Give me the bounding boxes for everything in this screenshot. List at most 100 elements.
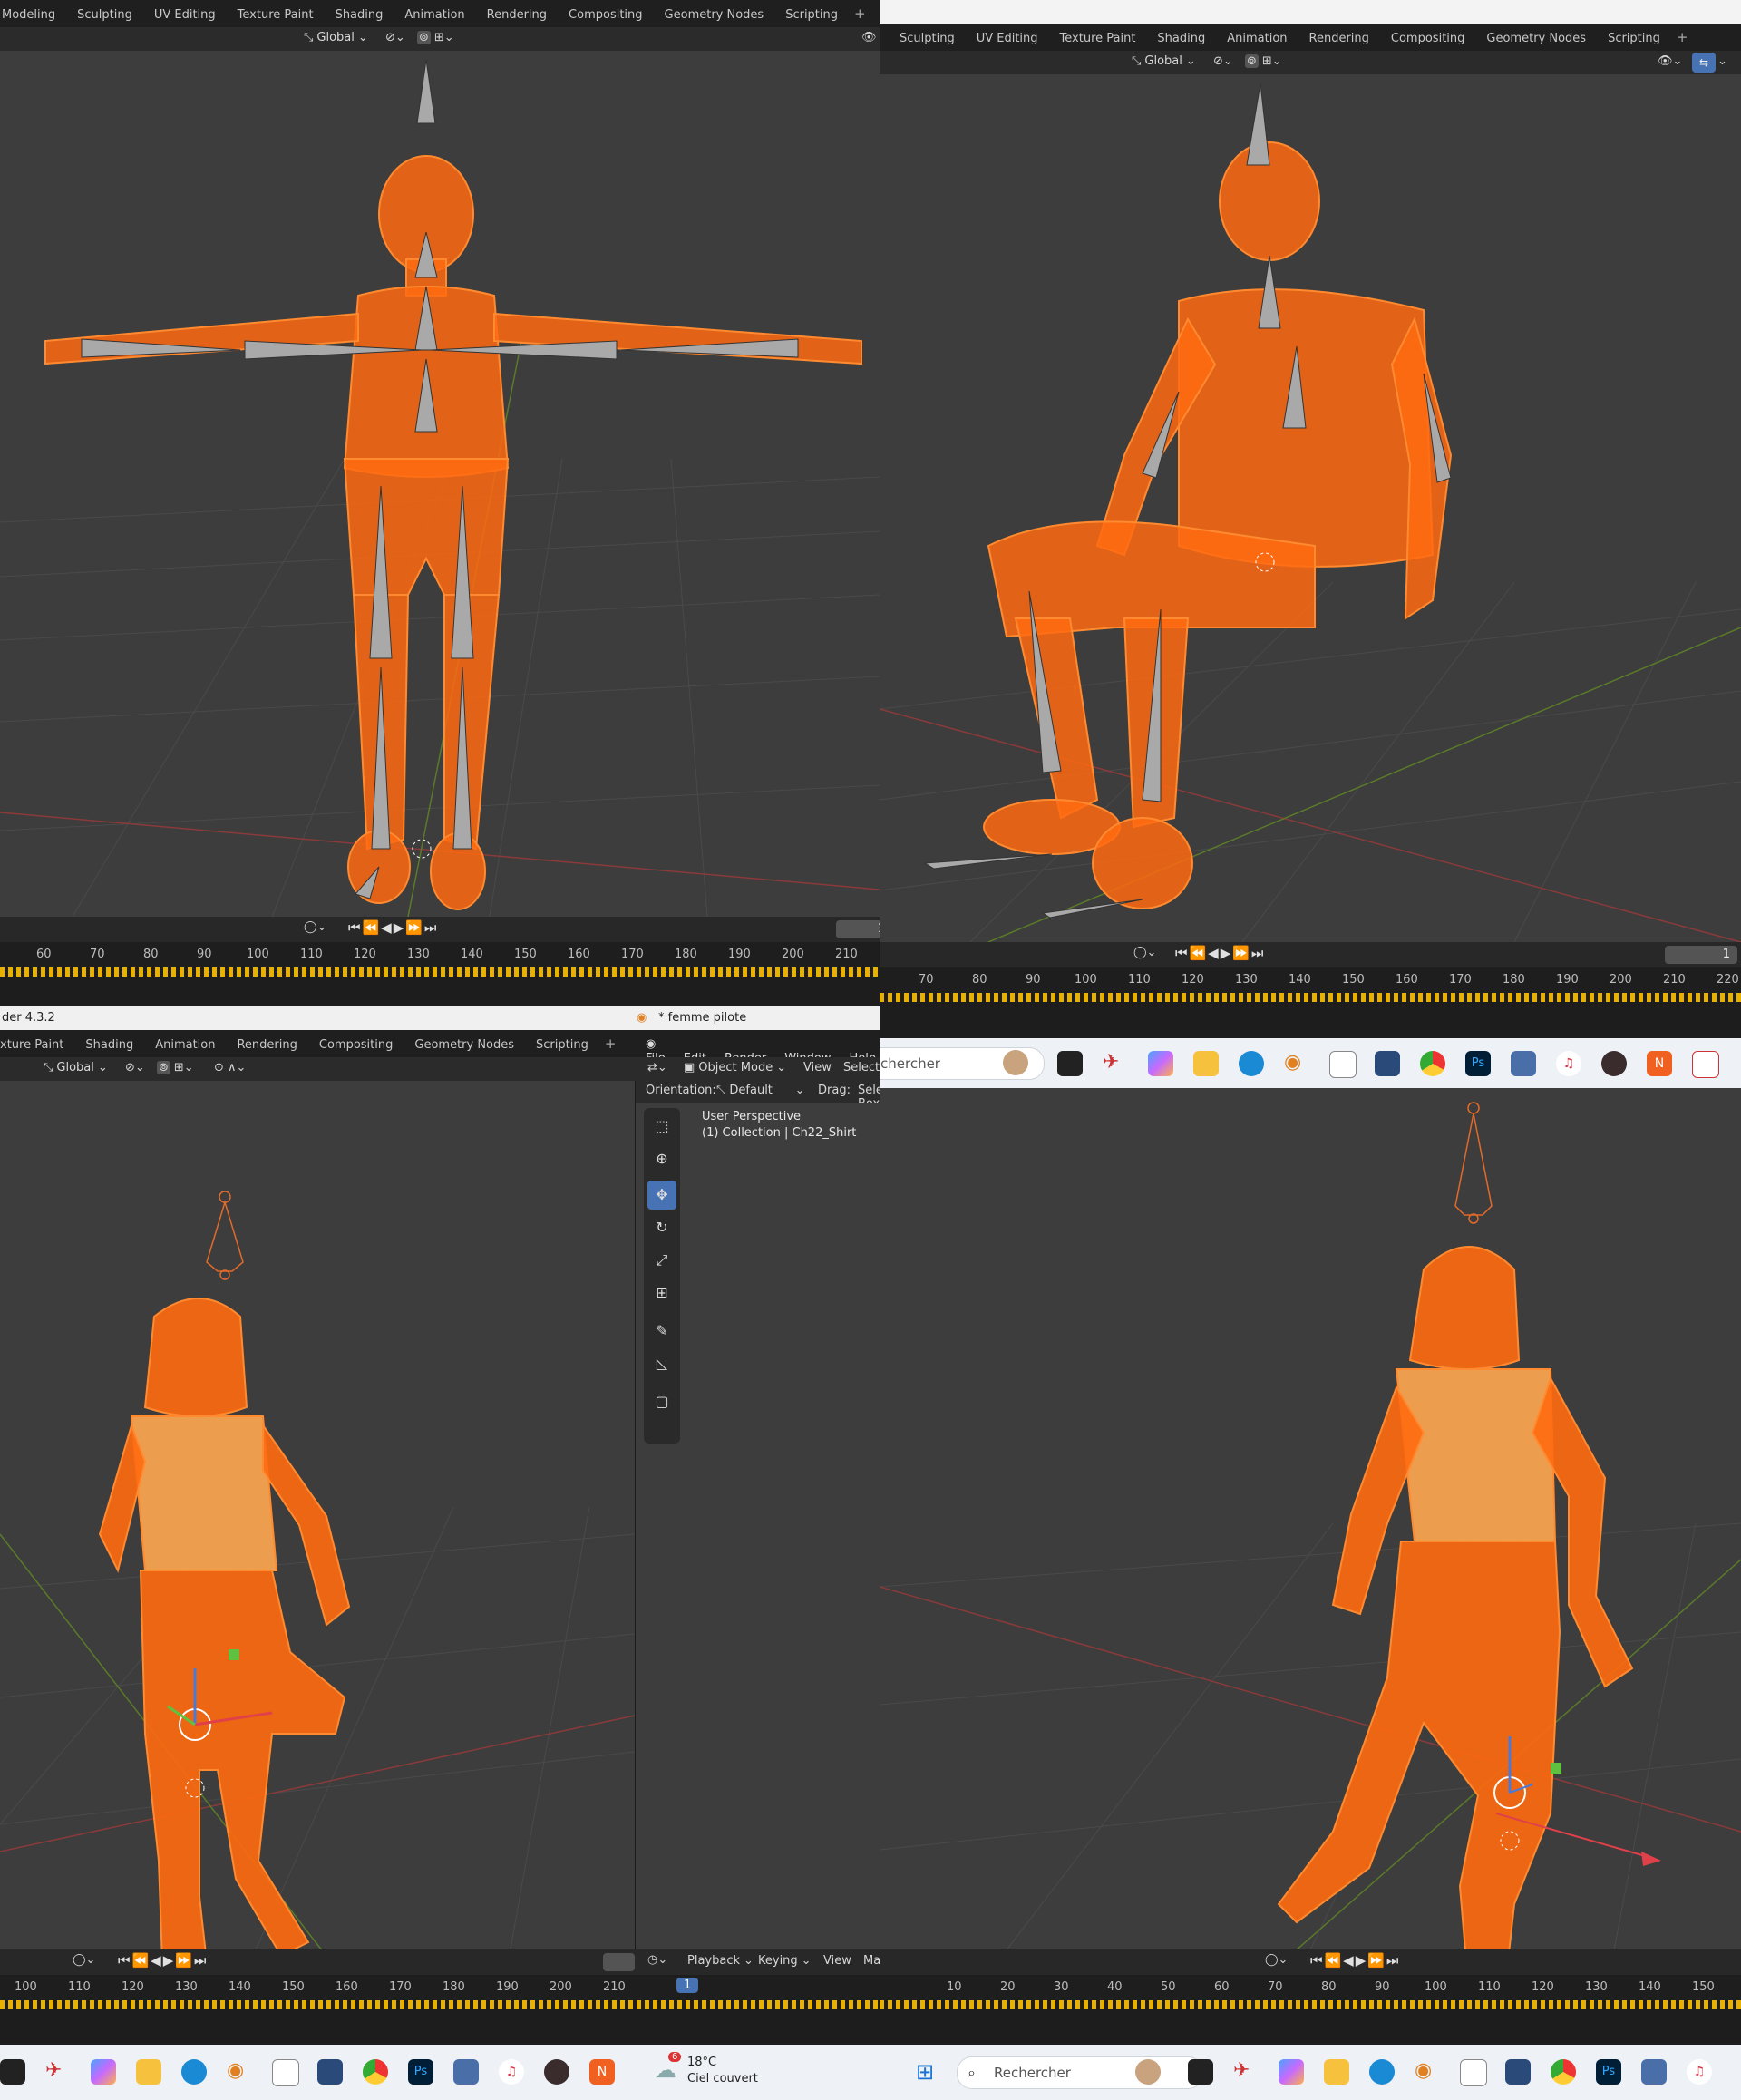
playback-controls[interactable]: ⏮⏪◀▶⏩⏭ xyxy=(118,1952,208,1969)
taskbar-search[interactable]: Rechercher xyxy=(957,2056,1203,2089)
playhead-frame-badge[interactable]: 1 xyxy=(676,1978,699,1993)
edge-icon[interactable] xyxy=(1369,2059,1395,2085)
photoshop-icon[interactable]: Ps xyxy=(1596,2059,1621,2085)
tab-sculpting[interactable]: Sculpting xyxy=(880,25,966,53)
select-box-tool-icon[interactable]: ⬚ xyxy=(647,1112,676,1141)
tab-texture-paint[interactable]: xture Paint xyxy=(0,1032,74,1059)
snap-toggle[interactable]: ⊚ ⊞⌄ xyxy=(417,31,454,44)
tab-compositing[interactable]: Compositing xyxy=(1380,25,1476,53)
tab-compositing[interactable]: Compositing xyxy=(558,2,654,29)
tab-modeling[interactable]: Modeling xyxy=(0,2,66,29)
avatar[interactable] xyxy=(1003,1050,1028,1075)
copilot-icon[interactable] xyxy=(1279,2059,1304,2085)
3d-viewport-right[interactable]: User Perspective (1) Collection | Ch22_S… xyxy=(635,1103,880,2015)
timeline-ruler[interactable]: 70 80 90 100 110 120 130 140 150 160 170… xyxy=(880,967,1741,993)
pdf-icon[interactable] xyxy=(1692,1051,1719,1078)
timeline-editor-icon[interactable]: ◷⌄ xyxy=(647,1953,667,1967)
menu-keying[interactable]: Keying ⌄ xyxy=(758,1954,812,1968)
folder-icon[interactable] xyxy=(1324,2059,1349,2085)
add-workspace-icon[interactable]: + xyxy=(849,0,871,27)
music-icon[interactable]: ♫ xyxy=(499,2059,524,2085)
copilot-icon[interactable] xyxy=(91,2059,116,2085)
app-icon[interactable] xyxy=(544,2059,569,2085)
playback-controls[interactable]: ⏮⏪◀▶⏩⏭ xyxy=(1175,945,1265,961)
tab-animation[interactable]: Animation xyxy=(144,1032,226,1059)
snap-toggle[interactable]: ⊚ ⊞⌄ xyxy=(157,1061,194,1074)
tab-rendering[interactable]: Rendering xyxy=(476,2,558,29)
tab-rendering[interactable]: Rendering xyxy=(226,1032,307,1059)
chrome-icon[interactable] xyxy=(1420,1051,1445,1076)
tab-compositing[interactable]: Compositing xyxy=(308,1032,404,1059)
proportional-edit-icon[interactable]: ⊙ ∧⌄ xyxy=(214,1061,246,1074)
tab-geometry-nodes[interactable]: Geometry Nodes xyxy=(654,2,775,29)
avatar[interactable] xyxy=(1135,2059,1161,2085)
3d-viewport[interactable] xyxy=(0,1081,635,2015)
tab-geometry-nodes[interactable]: Geometry Nodes xyxy=(1475,25,1597,53)
tab-scripting[interactable]: Scripting xyxy=(1597,25,1671,53)
gizmo-plane-handle[interactable] xyxy=(1551,1763,1561,1774)
file-icon[interactable] xyxy=(1460,2059,1487,2086)
keyframe-toggle-icon[interactable]: ◯⌄ xyxy=(73,1953,95,1967)
editor-type-icon[interactable]: ⇄⌄ xyxy=(647,1061,667,1074)
current-frame-field[interactable]: 1 xyxy=(836,920,880,938)
menu-view[interactable]: View xyxy=(823,1954,851,1968)
photoshop-icon[interactable]: Ps xyxy=(408,2059,433,2085)
calculator-icon[interactable] xyxy=(453,2059,479,2085)
tab-sculpting[interactable]: Sculpting xyxy=(66,2,143,29)
keyframe-toggle-icon[interactable]: ◯⌄ xyxy=(1133,946,1156,959)
copilot-icon[interactable] xyxy=(1148,1051,1173,1076)
tab-scripting[interactable]: Scripting xyxy=(525,1032,599,1059)
app-icon[interactable] xyxy=(317,2059,343,2085)
file-icon[interactable] xyxy=(1329,1051,1357,1078)
music-icon[interactable]: ♫ xyxy=(1556,1051,1581,1076)
add-workspace-icon[interactable]: + xyxy=(1671,24,1694,51)
tab-geometry-nodes[interactable]: Geometry Nodes xyxy=(404,1032,525,1059)
add-workspace-icon[interactable]: + xyxy=(599,1030,622,1057)
chrome-icon[interactable] xyxy=(1551,2059,1576,2085)
3d-viewport[interactable] xyxy=(880,74,1741,942)
gizmo-plane-handle[interactable] xyxy=(229,1649,239,1660)
calculator-icon[interactable] xyxy=(1511,1051,1536,1076)
app-icon[interactable] xyxy=(1188,2059,1213,2085)
blender-icon[interactable]: ◉ xyxy=(1284,1051,1309,1076)
tab-shading[interactable]: Shading xyxy=(1146,25,1216,53)
move-tool-icon[interactable]: ✥ xyxy=(647,1181,676,1210)
app-icon[interactable] xyxy=(1057,1051,1083,1076)
app-icon[interactable] xyxy=(0,2059,25,2085)
area-divider[interactable] xyxy=(635,1081,636,2015)
tab-scripting[interactable]: Scripting xyxy=(774,2,849,29)
snap-toggle[interactable]: ⊚ ⊞⌄ xyxy=(1245,54,1282,68)
keyframe-toggle-icon[interactable]: ◯⌄ xyxy=(1265,1953,1288,1967)
transform-orientation-dropdown[interactable]: ⤡ Global ⌄ xyxy=(304,31,368,44)
pivot-dropdown[interactable]: ⊘⌄ xyxy=(385,31,405,44)
current-frame-field[interactable] xyxy=(603,1953,635,1971)
tab-texture-paint[interactable]: Texture Paint xyxy=(1049,25,1147,53)
file-icon[interactable] xyxy=(272,2059,299,2086)
tab-uv-editing[interactable]: UV Editing xyxy=(966,25,1049,53)
orientation-dropdown[interactable]: ⤡ Default ⌄ xyxy=(716,1084,804,1097)
music-icon[interactable]: ♫ xyxy=(1687,2059,1712,2085)
app-icon[interactable]: ✈ xyxy=(1103,1051,1128,1076)
tab-shading[interactable]: Shading xyxy=(325,2,394,29)
calculator-icon[interactable] xyxy=(1641,2059,1667,2085)
tab-animation[interactable]: Animation xyxy=(394,2,475,29)
pivot-dropdown[interactable]: ⊘⌄ xyxy=(125,1061,145,1074)
add-cube-tool-icon[interactable]: ▢ xyxy=(647,1387,676,1416)
menu-playback[interactable]: Playback ⌄ xyxy=(687,1954,754,1968)
annotate-tool-icon[interactable]: ✎ xyxy=(647,1317,676,1346)
playback-controls[interactable]: ⏮⏪◀▶⏩⏭ xyxy=(348,919,438,936)
gizmo-toggle-icon[interactable]: ⇆ xyxy=(1692,53,1716,73)
chrome-icon[interactable] xyxy=(363,2059,388,2085)
app-icon[interactable] xyxy=(1505,2059,1531,2085)
cursor-tool-icon[interactable]: ⊕ xyxy=(647,1144,676,1173)
tab-shading[interactable]: Shading xyxy=(74,1032,144,1059)
keyframe-toggle-icon[interactable]: ◯⌄ xyxy=(304,920,326,934)
3d-viewport[interactable] xyxy=(880,1088,1741,1998)
edge-icon[interactable] xyxy=(181,2059,207,2085)
rotate-tool-icon[interactable]: ↻ xyxy=(647,1213,676,1242)
object-mode-dropdown[interactable]: ▣ Object Mode ⌄ xyxy=(684,1061,786,1074)
tab-texture-paint[interactable]: Texture Paint xyxy=(227,2,325,29)
tab-animation[interactable]: Animation xyxy=(1216,25,1298,53)
folder-icon[interactable] xyxy=(1193,1051,1219,1076)
visibility-icon[interactable]: 👁⌄ xyxy=(1658,54,1682,68)
